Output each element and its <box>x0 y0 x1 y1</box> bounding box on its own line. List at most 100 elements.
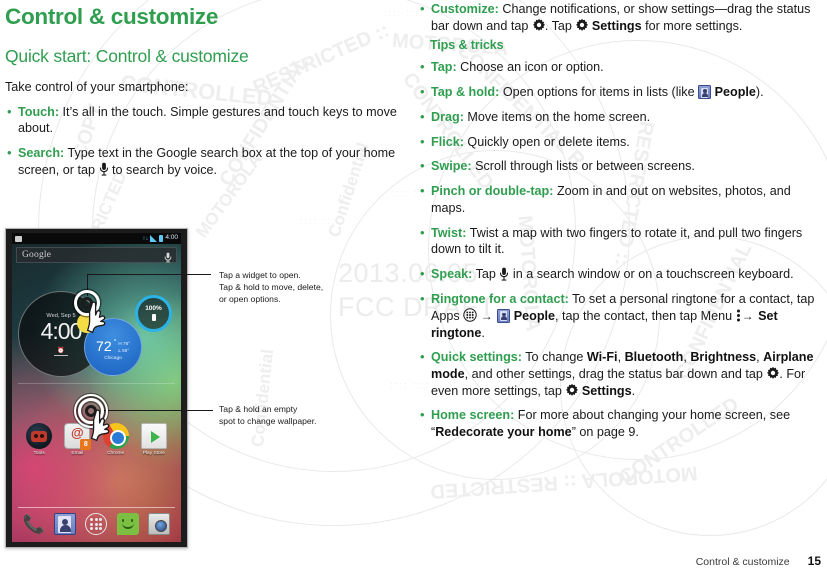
app-label-email: Email <box>71 451 84 456</box>
sep-a: , <box>617 350 622 365</box>
bullet-pinch: Pinch or double-tap: Zoom in and out on … <box>418 182 822 216</box>
bullet-touch-text: It’s all in the touch. Simple gestures a… <box>18 104 397 136</box>
google-search-widget[interactable]: Google <box>16 247 177 263</box>
bullet-touch: Touch: It’s all in the touch. Simple ges… <box>5 103 401 137</box>
people-icon[interactable] <box>54 513 77 535</box>
callout-widget-text: Tap a widget to open. Tap & hold to move… <box>219 269 323 306</box>
bullet-swipe: Swipe: Scroll through lists or between s… <box>418 157 822 175</box>
lead-paragraph: Take control of your smartphone: <box>5 80 189 94</box>
bullet-speak-text-b: in a search window or on a touchscreen k… <box>512 267 794 282</box>
apps-grid-icon[interactable] <box>85 513 108 535</box>
camera-icon[interactable] <box>148 513 171 535</box>
app-shortcut-tools[interactable]: Tools <box>23 423 55 456</box>
app-shortcut-row: Tools 8 Email Chrome Play Store <box>12 423 181 456</box>
weather-high: H 76° <box>118 340 130 346</box>
page-footer: Control & customize 15 <box>696 554 821 568</box>
bold-settings: Settings <box>581 383 632 398</box>
gear-icon <box>575 18 589 32</box>
email-badge: 8 <box>80 439 92 450</box>
bullet-twist-text: Twist a map with two fingers to rotate i… <box>431 225 803 257</box>
bullet-customize: Customize: Change notifications, or show… <box>418 0 822 34</box>
phone-dock: 📞 <box>12 510 181 538</box>
apps-grid-icon <box>463 308 477 322</box>
callout-widget-line1: Tap a widget to open. <box>219 270 301 280</box>
weather-widget[interactable]: 72 ° H 76° L 59° Chicago <box>77 313 142 376</box>
weather-temperature: 72 <box>96 337 112 354</box>
callout-widget-line3: or open options. <box>219 294 281 305</box>
bullet-tap-text: Choose an icon or option. <box>460 60 604 75</box>
bullet-flick: Flick: Quickly open or delete items. <box>418 133 822 151</box>
bullet-pinch-term: Pinch or double-tap: <box>431 184 554 199</box>
chrome-icon <box>102 423 129 449</box>
bullet-flick-term: Flick: <box>431 134 464 149</box>
microphone-icon <box>499 267 509 281</box>
bullet-tap-hold-term: Tap & hold: <box>431 85 500 100</box>
microphone-icon <box>99 162 109 176</box>
bullet-ringtone-text-b: , tap the contact, then tap Menu <box>555 308 733 323</box>
bullet-drag: Drag: Move items on the home screen. <box>418 108 822 126</box>
right-column: Customize: Change notifications, or show… <box>418 0 822 574</box>
messaging-icon[interactable] <box>116 513 139 535</box>
play-store-icon <box>140 423 167 449</box>
weather-degree-symbol: ° <box>113 338 117 346</box>
bullet-touch-term: Touch: <box>18 104 60 119</box>
bold-bluetooth: Bluetooth <box>624 350 684 365</box>
bullet-tap-hold-bold: People <box>714 85 756 100</box>
gear-icon <box>532 18 545 32</box>
dock-divider <box>18 507 175 508</box>
bullet-ringtone-term: Ringtone for a contact: <box>431 291 569 306</box>
bullet-search-term: Search: <box>18 146 65 161</box>
bullet-ringtone: Ringtone for a contact: To set a persona… <box>418 290 822 341</box>
alarm-icon[interactable]: ⏰ <box>54 347 68 356</box>
app-shortcut-email[interactable]: 8 Email <box>61 423 93 456</box>
bullet-swipe-text: Scroll through lists or between screens. <box>475 159 695 174</box>
bullet-home-screen-term: Home screen: <box>431 408 515 423</box>
bullet-twist: Twist: Twist a map with two fingers to r… <box>418 224 822 258</box>
manual-page: RESTRICTED :: MOTOROLA CONFIDENTIAL COPY… <box>0 0 827 574</box>
bullet-speak-text-a: Tap <box>475 267 496 282</box>
bullet-quick-settings-text-d: . <box>631 383 636 398</box>
search-microphone-icon[interactable] <box>164 250 172 262</box>
bullet-twist-term: Twist: <box>431 225 467 240</box>
callout-widget-line2: Tap & hold to move, delete, <box>219 282 324 293</box>
gear-icon <box>565 383 579 397</box>
bullet-quick-settings-text-b: , and other settings, drag the status ba… <box>464 366 763 381</box>
left-bullet-list: Touch: It’s all in the touch. Simple ges… <box>5 103 401 179</box>
battery-icon <box>159 235 164 242</box>
sun-icon <box>77 313 97 333</box>
bullet-customize-bold-settings: Settings <box>591 18 642 33</box>
bullet-ringtone-text-c: . <box>481 325 485 340</box>
battery-widget[interactable]: 100% <box>135 295 172 332</box>
callout-line-wallpaper <box>104 410 213 412</box>
bullet-search: Search: Type text in the Google search b… <box>5 144 401 178</box>
app-shortcut-chrome[interactable]: Chrome <box>100 423 132 456</box>
callout-line-widget-horizontal <box>87 274 211 276</box>
bullet-home-screen: Home screen: For more about changing you… <box>418 406 822 440</box>
phone-screenshot-figure: ↑↓ 4:00 Google Wed, Sep 5 4:00 ⏰ 72 ° H … <box>5 228 188 548</box>
app-shortcut-play-store[interactable]: Play Store <box>138 423 170 456</box>
callout-line-widget-vertical <box>87 274 89 296</box>
tools-icon <box>26 423 53 449</box>
bullet-customize-text-b: . Tap <box>544 18 572 33</box>
page-title: Control & customize <box>5 4 219 29</box>
clock-time: 4:00 <box>40 317 83 344</box>
email-icon: 8 <box>64 423 92 450</box>
sep-c: , <box>756 350 760 365</box>
weather-temp-row: 72 ° H 76° L 59° <box>96 339 130 354</box>
bullet-flick-text: Quickly open or delete items. <box>467 134 630 149</box>
signal-icon <box>150 235 158 242</box>
bold-redecorate-your-home: Redecorate your home <box>435 425 572 440</box>
bullet-speak-term: Speak: <box>431 267 473 282</box>
sep-b: , <box>683 350 687 365</box>
bullet-quick-settings: Quick settings: To change Wi-Fi, Bluetoo… <box>418 348 822 399</box>
bullet-customize-text-c: for more settings. <box>645 18 743 33</box>
weather-low: L 59° <box>118 347 130 353</box>
status-left-icons <box>15 235 22 242</box>
tips-and-tricks-heading: Tips & tricks <box>430 38 504 53</box>
phone-icon[interactable]: 📞 <box>23 513 45 535</box>
google-logo-text: Google <box>22 250 52 260</box>
footer-chapter-title: Control & customize <box>695 556 790 568</box>
bullet-tap-term: Tap: <box>431 60 457 75</box>
phone-status-bar: ↑↓ 4:00 <box>12 233 181 244</box>
status-right-icons: ↑↓ 4:00 <box>142 235 178 242</box>
